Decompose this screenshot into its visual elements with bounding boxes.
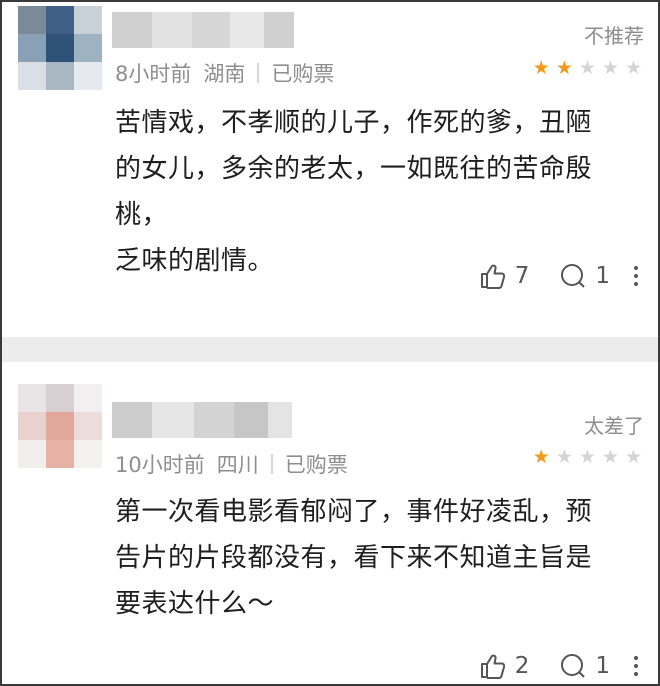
comment-actions: 7 1 (479, 262, 638, 290)
meta-separator (257, 63, 260, 83)
comment-card: 不推荐 8小时前 湖南 已购票 ★ ★ ★ ★ ★ 苦情戏，不孝顺的儿子，作死的… (2, 2, 658, 337)
reply-button[interactable]: 1 (559, 262, 610, 290)
star-icon: ★ (532, 57, 550, 79)
recommendation-label: 太差了 (584, 414, 644, 438)
comment-list: 不推荐 8小时前 湖南 已购票 ★ ★ ★ ★ ★ 苦情戏，不孝顺的儿子，作死的… (0, 0, 660, 686)
thumbs-up-icon (480, 654, 505, 679)
ticket-status: 已购票 (284, 453, 348, 477)
star-icon: ★ (555, 57, 573, 79)
star-rating: ★ ★ ★ ★ ★ (533, 448, 642, 467)
reply-count: 1 (595, 263, 610, 289)
comment-location: 四川 (216, 453, 259, 477)
comment-card: 太差了 10小时前 四川 已购票 ★ ★ ★ ★ ★ 第一次看电影看郁闷了，事件… (2, 362, 658, 684)
reply-button[interactable]: 1 (559, 652, 610, 680)
star-icon: ★ (601, 446, 619, 468)
reply-count: 1 (595, 653, 610, 679)
comment-time: 10小时前 (115, 453, 205, 477)
comment-time: 8小时前 (115, 62, 192, 86)
star-icon: ★ (624, 446, 642, 468)
comment-line: 第一次看电影看郁闷了，事件好凌乱，预 (115, 497, 593, 527)
comment-meta: 8小时前 湖南 已购票 (115, 58, 334, 88)
star-rating: ★ ★ ★ ★ ★ (533, 59, 642, 78)
avatar[interactable] (18, 6, 102, 90)
star-icon: ★ (555, 446, 573, 468)
comment-actions: 2 1 (479, 652, 638, 680)
more-options-icon[interactable] (634, 656, 638, 676)
comment-line: 要表达什么～ (115, 589, 275, 619)
username-blurred[interactable] (112, 402, 292, 438)
avatar[interactable] (18, 384, 102, 468)
star-icon: ★ (578, 57, 596, 79)
like-count: 2 (514, 653, 530, 679)
like-count: 7 (514, 263, 530, 289)
comment-bubble-icon (561, 654, 586, 678)
like-button[interactable]: 2 (479, 652, 530, 680)
thumbs-up-icon (480, 264, 505, 289)
recommendation-label: 不推荐 (584, 24, 644, 48)
like-button[interactable]: 7 (479, 262, 530, 290)
star-icon: ★ (624, 57, 642, 79)
section-divider (2, 337, 658, 362)
comment-line: 告片的片段都没有，看下来不知道主旨是 (115, 543, 593, 573)
comment-text: 第一次看电影看郁闷了，事件好凌乱，预 告片的片段都没有，看下来不知道主旨是 要表… (115, 489, 643, 627)
comment-location: 湖南 (203, 62, 246, 86)
star-icon: ★ (532, 446, 550, 468)
ticket-status: 已购票 (271, 62, 335, 86)
comment-text: 苦情戏，不孝顺的儿子，作死的爹，丑陋 的女儿，多余的老太，一如既往的苦命殷桃， … (115, 100, 643, 284)
more-options-icon[interactable] (634, 266, 638, 286)
comment-bubble-icon (561, 264, 586, 288)
username-blurred[interactable] (112, 12, 294, 48)
comment-meta: 10小时前 四川 已购票 (115, 449, 348, 479)
comment-line: 的女儿，多余的老太，一如既往的苦命殷桃， (115, 154, 593, 230)
comment-line: 苦情戏，不孝顺的儿子，作死的爹，丑陋 (115, 108, 593, 138)
meta-separator (270, 454, 273, 474)
star-icon: ★ (578, 446, 596, 468)
star-icon: ★ (601, 57, 619, 79)
